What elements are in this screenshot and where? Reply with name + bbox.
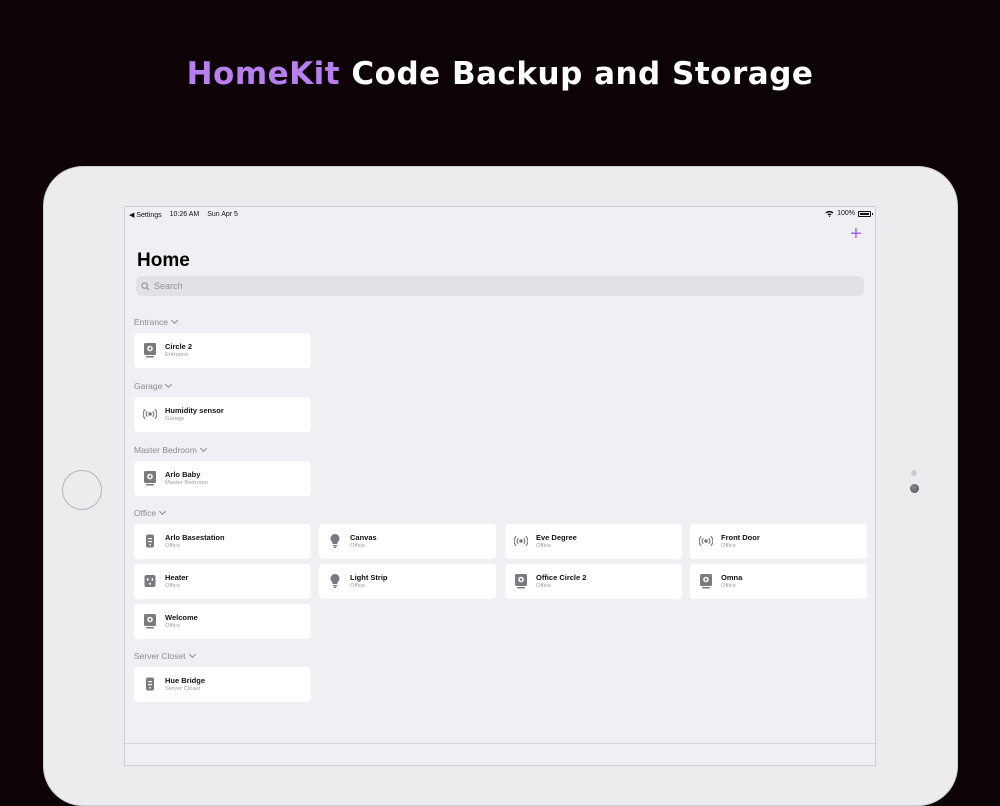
accessory-name: Eve Degree [536, 533, 577, 542]
accessory-name: Omna [721, 573, 743, 582]
search-bar[interactable] [136, 276, 864, 296]
section-header-garage[interactable]: Garage [134, 380, 173, 391]
section-label: Server Closet [134, 651, 186, 661]
accessory-room: Office [350, 583, 366, 589]
chevron-down-icon [159, 507, 167, 516]
camera-icon [700, 574, 712, 589]
search-icon [141, 281, 150, 290]
search-input[interactable] [154, 281, 834, 291]
sensor-icon [143, 408, 157, 420]
accessory-room: Office [721, 543, 737, 549]
status-time: 10:26 AM [169, 211, 200, 218]
accessory-room: Office [165, 543, 181, 549]
status-date: Sun Apr 5 [207, 211, 238, 218]
app-screen: ◀ Settings 10:26 AM Sun Apr 5 100% + Hom… [124, 206, 876, 766]
camera-icon [515, 574, 527, 589]
accessory-tile[interactable]: Humidity sensor Garage [134, 397, 311, 432]
section-label: Entrance [134, 317, 169, 327]
battery-percent: 100% [837, 210, 855, 217]
accessory-name: Arlo Basestation [165, 533, 225, 542]
accessory-room: Office [536, 543, 552, 549]
accessory-tile[interactable]: Canvas Office [319, 524, 496, 559]
accessory-tile[interactable]: Welcome Office [134, 604, 311, 639]
outlet-icon [144, 575, 156, 587]
section-header-office[interactable]: Office [134, 507, 167, 518]
chevron-down-icon [188, 650, 196, 659]
accessory-room: Entrance [165, 352, 189, 358]
accessory-room: Garage [165, 416, 185, 422]
headline-accent: HomeKit [186, 56, 341, 92]
camera-icon [144, 471, 156, 486]
bridge-icon [146, 677, 154, 691]
bridge-icon [146, 534, 154, 548]
accessory-tile[interactable]: Front Door Office [690, 524, 867, 559]
accessory-tile[interactable]: Heater Office [134, 564, 311, 599]
sensor-icon [514, 535, 528, 547]
accessory-name: Canvas [350, 533, 377, 542]
add-accessory-button[interactable]: + [847, 224, 865, 244]
accessory-tile[interactable]: Circle 2 Entrance [134, 333, 311, 368]
sensor-dot [911, 470, 917, 476]
headline-rest: Code Backup and Storage [351, 56, 814, 92]
accessory-name: Humidity sensor [165, 406, 224, 415]
back-to-settings-link[interactable]: ◀ Settings [129, 211, 162, 219]
accessory-tile[interactable]: Arlo Basestation Office [134, 524, 311, 559]
back-label: Settings [136, 212, 162, 219]
accessory-room: Master Bedroom [165, 480, 208, 486]
accessory-tile[interactable]: Office Circle 2 Office [505, 564, 682, 599]
page-title: Home [137, 250, 190, 271]
accessory-tile[interactable]: Hue Bridge Server Closet [134, 667, 311, 702]
sensor-icon [699, 535, 713, 547]
chevron-down-icon [199, 444, 207, 453]
camera-icon [144, 343, 156, 358]
lightbulb-icon [330, 574, 340, 588]
headline: HomeKit Code Backup and Storage [0, 56, 1000, 92]
section-label: Office [134, 508, 157, 518]
accessory-tile[interactable]: Eve Degree Office [505, 524, 682, 559]
accessory-room: Office [165, 623, 181, 629]
accessory-name: Office Circle 2 [536, 573, 587, 582]
tab-bar-divider [125, 743, 875, 744]
battery-icon [858, 210, 873, 217]
accessory-name: Light Strip [350, 573, 388, 582]
accessory-room: Server Closet [165, 686, 201, 692]
accessory-name: Front Door [721, 533, 760, 542]
accessory-name: Circle 2 [165, 342, 193, 351]
section-label: Master Bedroom [134, 445, 197, 455]
section-header-server-closet[interactable]: Server Closet [134, 650, 196, 661]
accessory-name: Heater [165, 573, 189, 582]
status-bar: ◀ Settings 10:26 AM Sun Apr 5 100% [125, 207, 875, 223]
home-button[interactable] [62, 470, 102, 510]
accessory-tile[interactable]: Omna Office [690, 564, 867, 599]
accessory-tile[interactable]: Light Strip Office [319, 564, 496, 599]
section-header-entrance[interactable]: Entrance [134, 316, 179, 327]
camera-lens [910, 484, 919, 493]
accessory-room: Office [536, 583, 552, 589]
chevron-down-icon [165, 380, 173, 389]
camera-icon [144, 614, 156, 629]
accessory-name: Welcome [165, 613, 198, 622]
accessory-name: Hue Bridge [165, 676, 206, 685]
accessory-name: Arlo Baby [165, 470, 201, 479]
accessory-tile[interactable]: Arlo Baby Master Bedroom [134, 461, 311, 496]
section-label: Garage [134, 381, 163, 391]
chevron-down-icon [170, 316, 179, 325]
wifi-icon [825, 210, 834, 217]
lightbulb-icon [330, 534, 340, 548]
accessory-room: Office [721, 583, 737, 589]
section-header-master-bedroom[interactable]: Master Bedroom [134, 444, 207, 455]
accessory-room: Office [350, 543, 366, 549]
accessory-room: Office [165, 583, 181, 589]
